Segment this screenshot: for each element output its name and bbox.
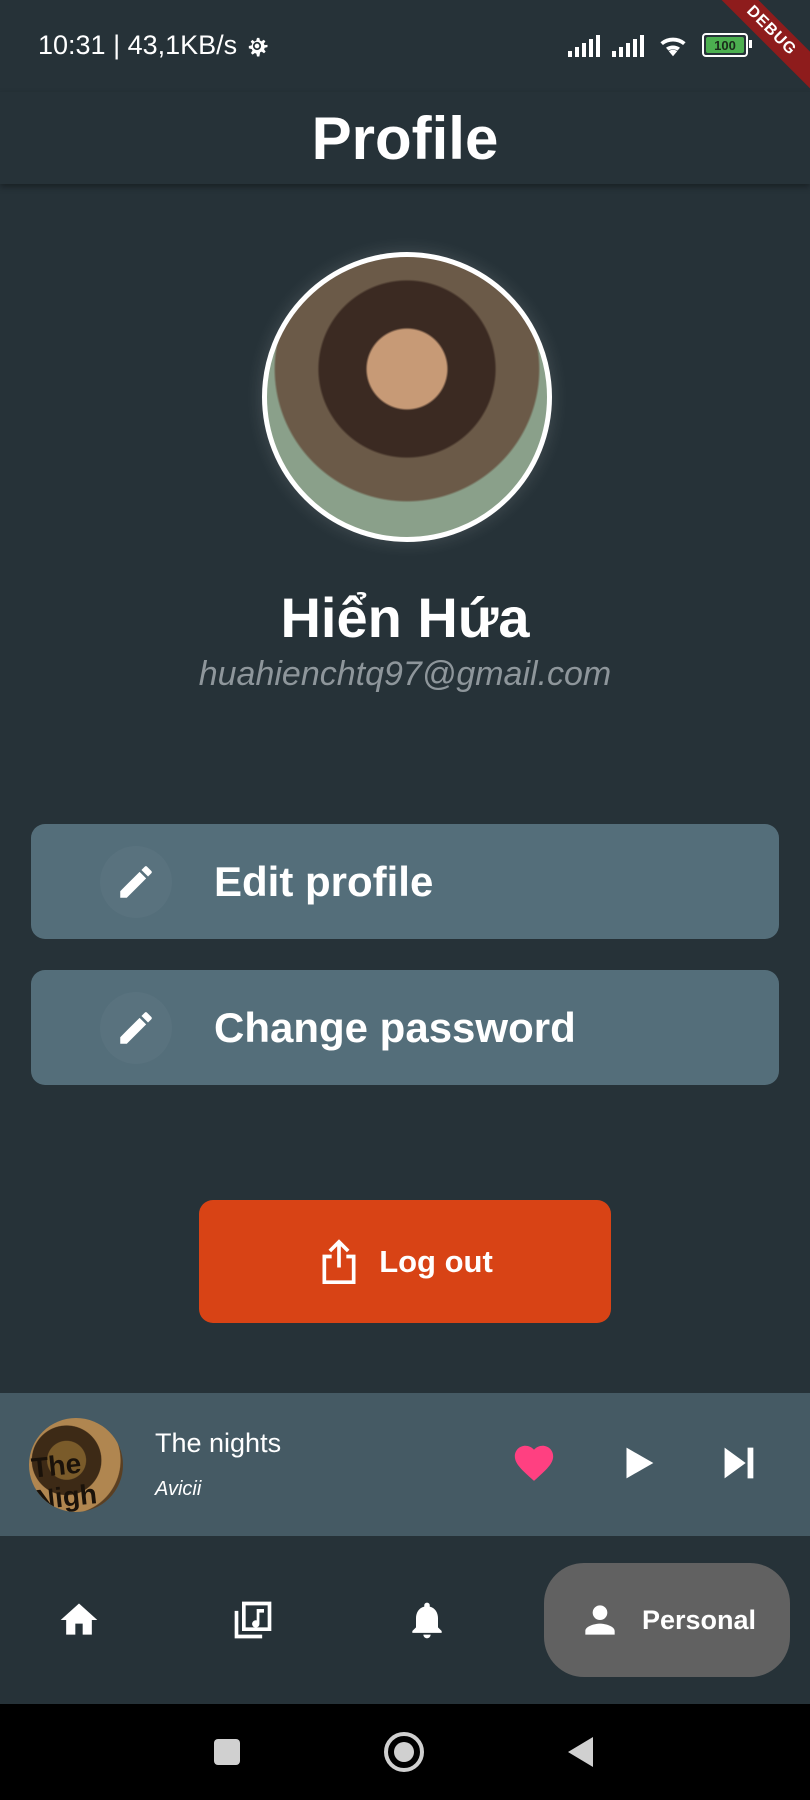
status-time-text: 10:31 | 43,1KB/s [38, 30, 238, 60]
wifi-icon [660, 37, 686, 57]
settings-gear-icon [248, 37, 268, 56]
heart-icon [514, 1445, 554, 1481]
nav-notifications[interactable] [387, 1580, 467, 1660]
battery-icon: 100 [702, 33, 752, 57]
logout-label: Log out [379, 1243, 493, 1279]
change-password-label: Change password [214, 1003, 576, 1051]
album-cover: The Nigh [29, 1418, 123, 1512]
battery-level: 100 [714, 37, 736, 53]
favorite-button[interactable] [506, 1435, 562, 1491]
square-icon [214, 1739, 240, 1765]
play-button[interactable] [610, 1435, 666, 1491]
person-icon [585, 1605, 615, 1635]
home-system-button[interactable] [380, 1728, 428, 1776]
share-icon [322, 1238, 356, 1284]
nav-personal-label: Personal [641, 1604, 757, 1635]
skip-next-button[interactable] [710, 1435, 766, 1491]
edit-profile-label: Edit profile [214, 857, 434, 905]
home-icon [60, 1603, 98, 1635]
edit-icon-container [100, 992, 172, 1064]
back-button[interactable] [557, 1728, 605, 1776]
album-cover-text: The Nigh [29, 1447, 99, 1512]
nav-library[interactable] [213, 1580, 293, 1660]
status-bar: 10:31 | 43,1KB/s 100 DEBUG [0, 0, 810, 101]
signal-icon [568, 33, 600, 57]
bottom-navigation: Personal [0, 1536, 810, 1704]
edit-icon-container [100, 846, 172, 918]
pencil-icon [120, 1011, 152, 1044]
mini-player[interactable]: The Nigh The nights Avicii [0, 1393, 810, 1536]
circle-icon [384, 1732, 424, 1772]
song-artist: Avicii [155, 1478, 202, 1500]
music-library-icon [234, 1601, 272, 1639]
nav-home[interactable] [39, 1580, 119, 1660]
page-title: Profile [311, 104, 499, 172]
pencil-icon [120, 865, 152, 898]
recents-button[interactable] [203, 1728, 251, 1776]
play-icon [626, 1447, 654, 1479]
app-bar: Profile [0, 92, 810, 184]
profile-name: Hiển Hứa [280, 586, 530, 649]
bell-icon [412, 1602, 442, 1639]
back-triangle-icon [568, 1737, 593, 1767]
avatar[interactable] [262, 252, 552, 542]
signal-icon-2 [612, 33, 644, 57]
skip-next-icon [724, 1447, 754, 1479]
profile-email: huahienchtq97@gmail.com [198, 655, 612, 693]
logout-button[interactable]: Log out [199, 1200, 611, 1323]
nav-personal[interactable]: Personal [544, 1563, 790, 1677]
edit-profile-button[interactable]: Edit profile [31, 824, 779, 939]
status-time: 10:31 | 43,1KB/s [38, 30, 271, 61]
system-navigation-bar [0, 1704, 810, 1800]
status-icons: 100 [568, 30, 752, 60]
song-title: The nights [155, 1428, 282, 1458]
change-password-button[interactable]: Change password [31, 970, 779, 1085]
